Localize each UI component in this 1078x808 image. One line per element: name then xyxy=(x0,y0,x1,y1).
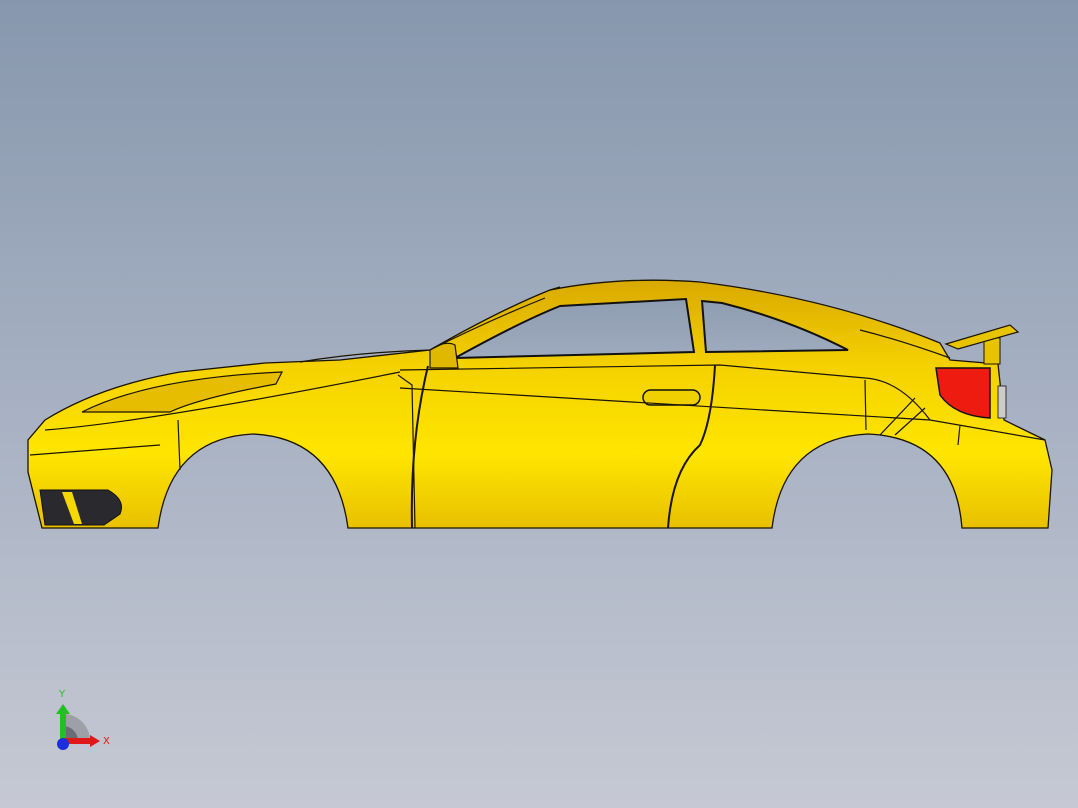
y-axis-label: Y xyxy=(58,689,66,700)
spoiler-post xyxy=(983,337,1001,365)
x-axis-label: X xyxy=(103,736,110,747)
coordinate-triad: Y X xyxy=(56,689,110,750)
front-vent xyxy=(39,489,122,526)
car-model[interactable]: Y X xyxy=(0,0,1078,808)
graphics-viewport[interactable]: Y X xyxy=(0,0,1078,808)
z-axis-dot xyxy=(57,738,69,750)
spoiler xyxy=(944,324,1020,350)
car-body xyxy=(27,279,1053,529)
y-axis-arrow xyxy=(60,712,66,740)
